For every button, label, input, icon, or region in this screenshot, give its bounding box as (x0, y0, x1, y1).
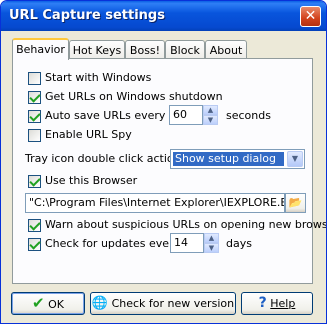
warn-suspicious-label: Warn about suspicious URLs on opening ne… (45, 218, 327, 231)
start-with-windows-option[interactable]: Start with Windows (28, 71, 151, 85)
tab-behavior[interactable]: Behavior (12, 38, 69, 60)
check-updates-option[interactable]: Check for updates every (28, 237, 180, 251)
check-new-version-button[interactable]: 🌐 Check for new version (90, 292, 236, 315)
get-urls-on-shutdown-label: Get URLs on Windows shutdown (45, 90, 223, 103)
close-icon: ✕ (304, 8, 317, 24)
spin-up-icon[interactable]: ▲ (204, 233, 219, 243)
check-new-version-label: Check for new version (111, 297, 235, 310)
window-title: URL Capture settings (9, 8, 165, 23)
browse-button[interactable]: 📂 (285, 193, 306, 213)
check-updates-checkbox[interactable] (28, 237, 41, 251)
auto-save-label: Auto save URLs every (45, 109, 166, 122)
spin-up-icon[interactable]: ▲ (203, 105, 218, 115)
start-with-windows-label: Start with Windows (45, 71, 152, 84)
tab-boss[interactable]: Boss! (125, 40, 165, 60)
enable-url-spy-option[interactable]: Enable URL Spy (28, 128, 132, 142)
enable-url-spy-label: Enable URL Spy (45, 128, 132, 141)
tab-hot-keys[interactable]: Hot Keys (69, 40, 125, 60)
globe-icon: 🌐 (91, 296, 109, 311)
check-updates-spinner[interactable]: ▲ ▼ (204, 233, 219, 253)
warn-suspicious-option[interactable]: Warn about suspicious URLs on opening ne… (28, 218, 326, 232)
spin-down-icon[interactable]: ▼ (203, 115, 218, 125)
chevron-down-icon[interactable]: ▼ (287, 151, 303, 167)
auto-save-checkbox[interactable] (28, 109, 41, 123)
checkmark-icon: ✔ (32, 294, 45, 312)
use-browser-label: Use this Browser (45, 174, 138, 187)
ok-label: OK (48, 298, 64, 311)
check-updates-unit: days (226, 237, 252, 250)
tray-action-select[interactable]: Show setup dialog ▼ (170, 149, 305, 169)
get-urls-on-shutdown-checkbox[interactable] (28, 90, 41, 104)
behavior-panel: Start with Windows Get URLs on Windows s… (12, 58, 326, 284)
question-mark-icon: ? (258, 295, 267, 311)
help-button[interactable]: ? Help (241, 292, 313, 315)
spin-down-icon[interactable]: ▼ (204, 243, 219, 253)
warn-suspicious-checkbox[interactable] (28, 218, 41, 232)
enable-url-spy-checkbox[interactable] (28, 128, 41, 142)
check-updates-label: Check for updates every (45, 237, 181, 250)
auto-save-option[interactable]: Auto save URLs every (28, 109, 165, 123)
folder-open-icon: 📂 (288, 196, 303, 209)
tray-action-label: Tray icon double click action (25, 152, 181, 165)
browser-path-input[interactable]: "C:\Program Files\Internet Explorer\IEXP… (25, 193, 285, 213)
tab-block[interactable]: Block (165, 40, 205, 60)
auto-save-unit: seconds (226, 109, 271, 122)
settings-window: URL Capture settings ✕ Behavior Hot Keys… (0, 0, 327, 324)
ok-button[interactable]: ✔ OK (11, 292, 85, 315)
dialog-client-area: Behavior Hot Keys Boss! Block About Star… (4, 31, 326, 320)
use-browser-option[interactable]: Use this Browser (28, 174, 137, 188)
close-button[interactable]: ✕ (300, 6, 321, 27)
start-with-windows-checkbox[interactable] (28, 71, 41, 85)
auto-save-spinner[interactable]: ▲ ▼ (203, 105, 218, 125)
use-browser-checkbox[interactable] (28, 174, 41, 188)
tray-action-value: Show setup dialog (173, 152, 284, 166)
get-urls-on-shutdown-option[interactable]: Get URLs on Windows shutdown (28, 90, 223, 104)
auto-save-interval-input[interactable]: 60 (169, 105, 203, 125)
title-bar[interactable]: URL Capture settings ✕ (1, 1, 326, 31)
check-updates-interval-input[interactable]: 14 (170, 233, 204, 253)
tab-about[interactable]: About (205, 40, 247, 60)
help-label: Help (270, 297, 296, 310)
